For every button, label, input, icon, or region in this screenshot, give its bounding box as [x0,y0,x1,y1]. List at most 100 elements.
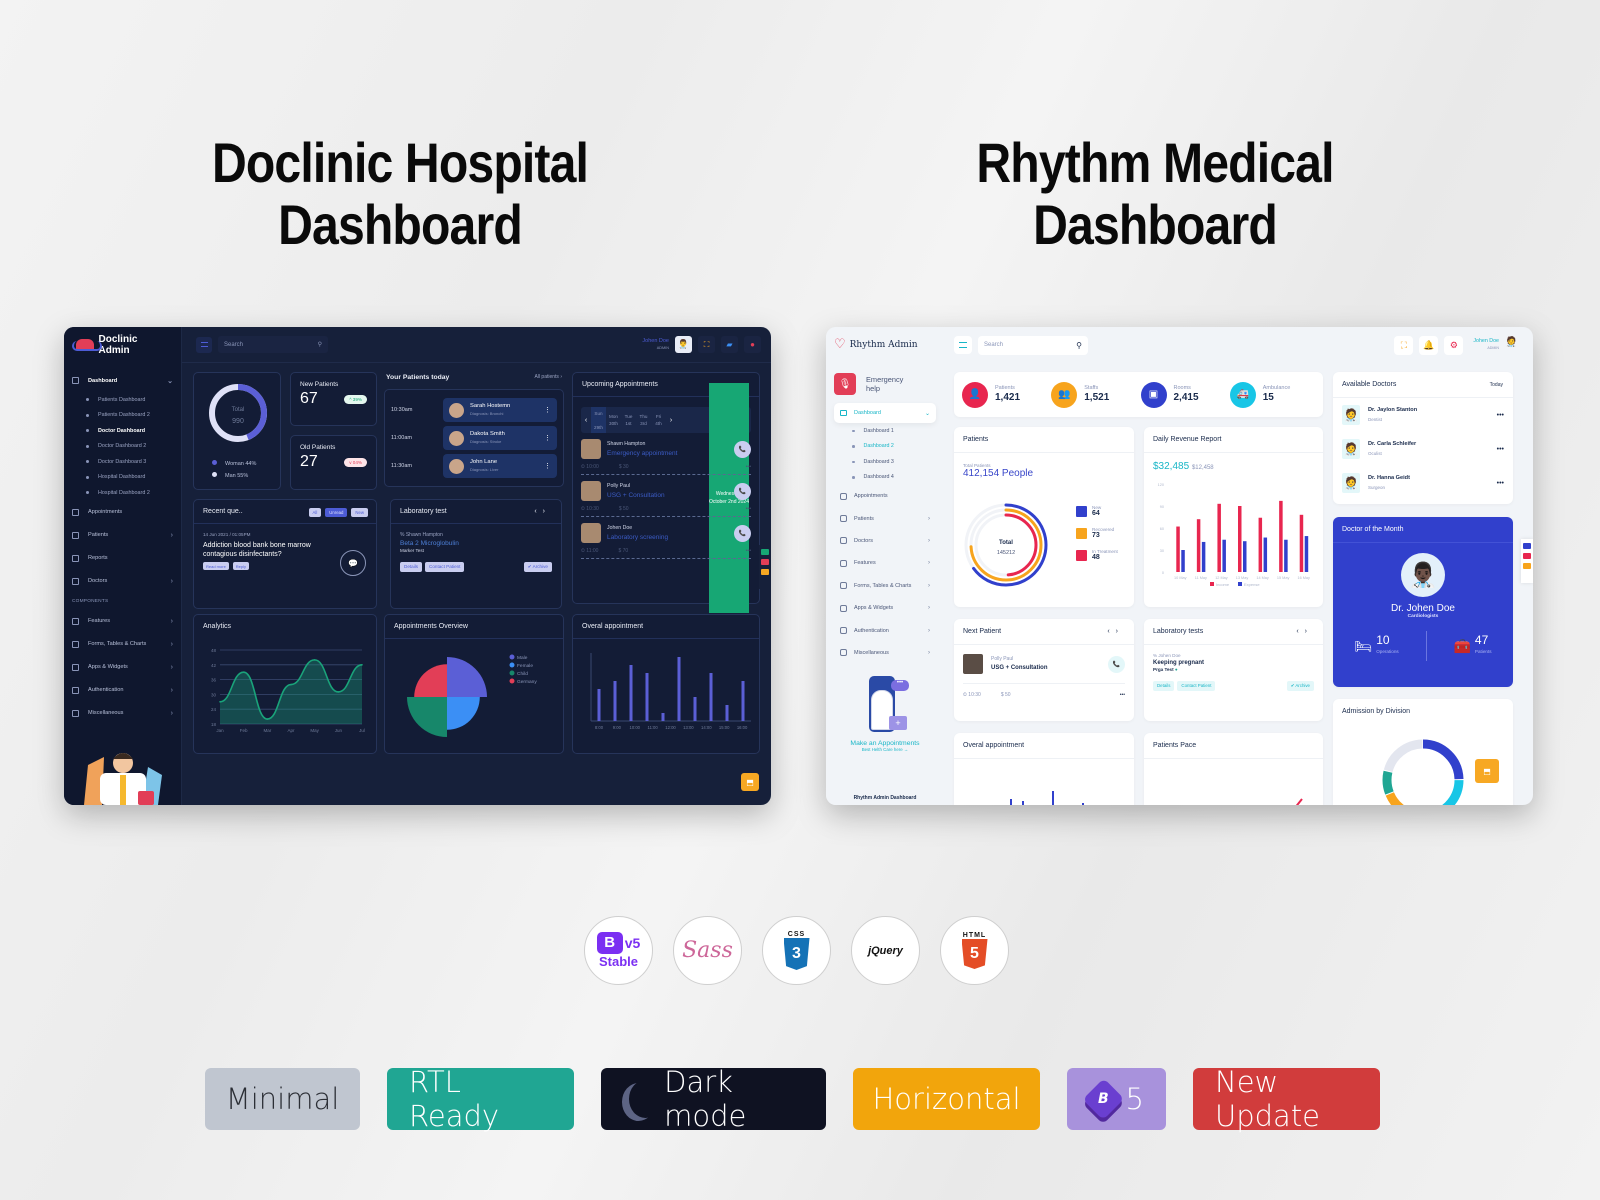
avatar[interactable]: 🧑‍⚕️ [1505,337,1519,353]
sidebar-item[interactable]: Features › [64,610,181,633]
sidebar-subitem[interactable]: Dashboard 4 [826,470,944,486]
more-icon[interactable]: ••• [1497,480,1504,487]
more-vertical-icon[interactable]: ⋮ [544,462,551,470]
archive-button[interactable]: ✔ Archive [523,562,552,572]
sidebar-item[interactable]: Doctors › [826,530,944,552]
avatar[interactable]: 👨‍⚕️ [675,336,692,353]
today-filter[interactable]: Today [1490,382,1503,388]
doctor-row[interactable]: 🧑‍⚕️ Dr. Jaylon Stanton Dentist ••• [1333,398,1513,432]
calendar-day[interactable]: Thu 3rd [636,413,651,427]
sidebar-item[interactable]: Patients › [826,507,944,529]
sidebar-subitem[interactable]: Dashboard 1 [826,423,944,439]
more-icon[interactable]: ••• [1120,692,1125,698]
call-button[interactable]: 📞 [734,482,751,500]
sidebar-subitem[interactable]: Dashboard 2 [826,439,944,455]
files-button[interactable]: ▰ [721,336,738,353]
user-info[interactable]: Johen Doe ADMIN [1473,338,1499,352]
search-input[interactable]: Search ⚲ [218,336,328,353]
patient-chip[interactable]: Sarah Hostemn Diagnosis: Bronchi ⋮ [443,398,557,422]
more-icon[interactable]: ••• [746,464,751,470]
archive-button[interactable]: ✔ Archive [1286,681,1314,691]
lab-pager[interactable]: ‹› [534,508,551,515]
menu-toggle-button[interactable] [196,336,212,353]
sidebar-item[interactable]: Reports [64,547,181,570]
more-vertical-icon[interactable]: ⋮ [544,434,551,442]
patient-row[interactable]: 10:30am Sarah Hostemn Diagnosis: Bronchi ⋮ [391,396,557,424]
user-info[interactable]: Johen Doe ADMIN [642,338,669,352]
sidebar-subitem[interactable]: Hospital Dashboard [64,470,181,486]
call-button[interactable]: 📞 [1108,655,1125,673]
sidebar-item[interactable]: Features › [826,552,944,574]
sidebar-item[interactable]: Miscellaneous › [64,702,181,725]
more-icon[interactable]: ••• [746,548,751,554]
all-patients-link[interactable]: All patients › [534,374,562,381]
more-icon[interactable]: ••• [746,506,751,512]
sidebar-subitem[interactable]: Doctor Dashboard 3 [64,454,181,470]
sidebar-item[interactable]: Authentication › [64,679,181,702]
sidebar-item[interactable]: Forms, Tables & Charts › [826,575,944,597]
chat-icon[interactable]: 💬 [340,550,366,576]
notifications-button[interactable]: 🔔 [1419,335,1439,355]
appointment-type[interactable]: USG + Consultation [607,491,728,501]
sidebar-item[interactable]: Appointments [826,485,944,507]
details-button[interactable]: Details [1153,681,1175,691]
sidebar-item[interactable]: Patients › [64,524,181,547]
details-button[interactable]: Details [400,562,423,572]
doctor-row[interactable]: 🧑‍⚕️ Dr. Carla Schleifer Oculist ••• [1333,432,1513,466]
more-icon[interactable]: ••• [1497,412,1504,419]
chevron-right-icon[interactable]: › [666,417,676,424]
fullscreen-button[interactable]: ⛶ [1394,335,1414,355]
patient-chip[interactable]: John Lane Diagnosis: Liver ⋮ [443,454,557,478]
next-patient-pager[interactable]: ‹› [1107,628,1124,635]
sidebar-subitem[interactable]: Hospital Dashboard 2 [64,485,181,501]
doctor-row[interactable]: 🧑‍⚕️ Dr. Hanna Geidt Surgeon ••• [1333,466,1513,500]
theme-side-tabs[interactable] [1521,539,1533,583]
call-button[interactable]: 📞 [734,440,751,458]
lab-test-name[interactable]: Beta 2 Microglobulin [391,538,561,547]
more-vertical-icon[interactable]: ⋮ [544,406,551,414]
theme-side-tabs[interactable] [759,545,771,589]
call-button[interactable]: 📞 [734,524,751,542]
sidebar-item[interactable]: Apps & Widgets › [64,656,181,679]
sidebar-item[interactable]: Forms, Tables & Charts › [64,633,181,656]
chevron-left-icon[interactable]: ‹ [581,417,591,424]
patient-row[interactable]: 11:00am Dakota Smith Diagnosis: Stroke ⋮ [391,424,557,452]
sidebar-item[interactable]: Miscellaneous › [826,642,944,664]
sidebar-subitem[interactable]: Doctor Dashboard [64,423,181,439]
calendar-day[interactable]: Tue 1st [621,413,636,427]
calendar-day[interactable]: Mon 30th [606,413,621,427]
settings-fab-button[interactable]: ⬒ [1475,759,1499,783]
sidebar-item[interactable]: Appointments [64,501,181,524]
logo[interactable]: ♡ Rhythm Admin [826,327,944,363]
lab-pager[interactable]: ‹› [1296,628,1313,635]
settings-button[interactable]: ⚙ [1444,335,1464,355]
contact-patient-button[interactable]: Contact Patient [1177,681,1216,691]
sidebar-subitem[interactable]: Dashboard 3 [826,454,944,470]
filter-all-button[interactable]: All [308,508,322,517]
promo-link[interactable]: Best Helth Care here → [834,747,936,752]
menu-toggle-button[interactable] [954,336,972,354]
logo[interactable]: Doclinic Admin [64,327,181,363]
notifications-button[interactable]: ● [744,336,761,353]
reply-button[interactable]: Reply [232,562,250,570]
sidebar-item[interactable]: Apps & Widgets › [826,597,944,619]
search-input[interactable]: Search ⚲ [978,335,1088,355]
sidebar-item[interactable]: Doctors › [64,570,181,593]
appointment-type[interactable]: Emergency appointment [607,449,728,459]
filter-unread-button[interactable]: Unread [325,508,348,517]
calendar-day[interactable]: Sun 29th [591,407,606,433]
patient-row[interactable]: 11:30am John Lane Diagnosis: Liver ⋮ [391,452,557,480]
sidebar-subitem[interactable]: Doctor Dashboard 2 [64,439,181,455]
sidebar-item[interactable]: Authentication › [826,619,944,641]
settings-fab-button[interactable]: ⬒ [741,773,759,791]
sidebar-item-dashboard[interactable]: Dashboard ⌄ [64,369,181,392]
contact-patient-button[interactable]: Contact Patient [425,562,465,572]
calendar-day[interactable]: Fri 4th [651,413,666,427]
sidebar-subitem[interactable]: Patients Dashboard [64,392,181,408]
read-more-button[interactable]: Read more [203,562,229,570]
sidebar-subitem[interactable]: Patients Dashboard 2 [64,408,181,424]
filter-new-button[interactable]: New [351,508,368,517]
sidebar-item-dashboard[interactable]: Dashboard ⌄ [834,403,936,423]
patient-chip[interactable]: Dakota Smith Diagnosis: Stroke ⋮ [443,426,557,450]
emergency-help-button[interactable]: 🎙 Emergency help [834,371,936,397]
